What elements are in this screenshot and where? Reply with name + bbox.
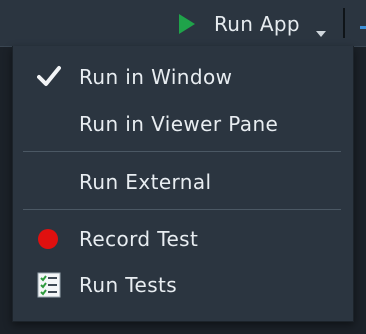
record-dot-icon xyxy=(38,229,58,249)
menu-separator xyxy=(23,209,341,210)
menu-item-run-in-window[interactable]: Run in Window xyxy=(13,57,353,97)
menu-item-run-tests[interactable]: Run Tests xyxy=(13,265,353,305)
run-app-dropdown-menu: Run in Window Run in Viewer Pane Run Ext… xyxy=(12,46,354,322)
toolbar-divider xyxy=(343,8,345,38)
run-app-label: Run App xyxy=(214,12,300,36)
menu-item-label: Record Test xyxy=(79,227,199,251)
menu-item-label: Run Tests xyxy=(79,273,178,297)
menu-separator xyxy=(23,151,341,152)
menu-item-label: Run External xyxy=(79,170,212,194)
checkmark-icon xyxy=(37,66,61,86)
menu-item-icon-slot xyxy=(13,265,79,305)
menu-item-icon-slot xyxy=(13,219,79,259)
menu-item-label: Run in Viewer Pane xyxy=(79,112,279,136)
run-app-button[interactable]: Run App xyxy=(178,8,328,40)
toolbar: Run App xyxy=(0,0,366,47)
checklist-icon xyxy=(37,272,61,298)
play-icon xyxy=(178,13,196,35)
menu-item-icon-slot xyxy=(13,162,79,202)
menu-item-record-test[interactable]: Record Test xyxy=(13,219,353,259)
toolbar-edge-indicator xyxy=(360,26,366,29)
menu-item-icon-slot xyxy=(13,104,79,144)
menu-item-label: Run in Window xyxy=(79,65,233,89)
menu-item-icon-slot xyxy=(13,57,79,97)
menu-item-run-external[interactable]: Run External xyxy=(13,162,353,202)
menu-item-run-in-viewer-pane[interactable]: Run in Viewer Pane xyxy=(13,104,353,144)
chevron-down-icon[interactable] xyxy=(314,21,328,37)
